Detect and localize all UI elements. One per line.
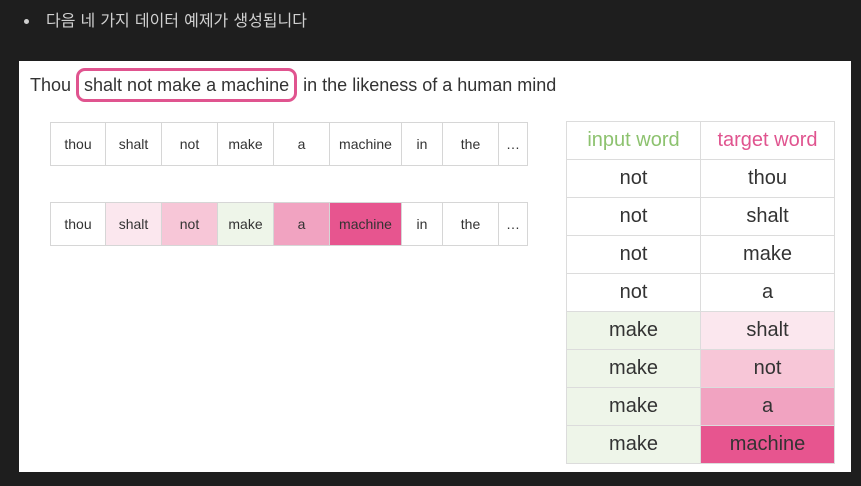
target-cell: thou (700, 159, 835, 198)
token-cell: not (162, 123, 218, 165)
example-sentence: Thou shalt not make a machine in the lik… (30, 68, 557, 102)
sentence-suffix: in the likeness of a human mind (298, 75, 557, 95)
target-cell: a (700, 273, 835, 312)
token-cell-input: make (218, 203, 274, 245)
target-cell: machine (700, 425, 835, 464)
training-pairs-table: input word target word not thou not shal… (566, 121, 835, 464)
table-row: not thou (566, 159, 835, 198)
table-row: not a (566, 273, 835, 312)
table-row: make a (566, 387, 835, 426)
input-cell: not (566, 235, 701, 274)
token-cell-context: shalt (106, 203, 162, 245)
table-row: not shalt (566, 197, 835, 236)
token-cell-context: machine (330, 203, 402, 245)
target-cell: a (700, 387, 835, 426)
target-cell: make (700, 235, 835, 274)
bullet-text: 다음 네 가지 데이터 예제가 생성됩니다 (46, 11, 307, 30)
token-cell: machine (330, 123, 402, 165)
header-target-word: target word (700, 121, 835, 160)
table-row: make not (566, 349, 835, 388)
sentence-window-highlight: shalt not make a machine (76, 68, 298, 102)
header-input-word: input word (566, 121, 701, 160)
target-cell: not (700, 349, 835, 388)
table-header-row: input word target word (566, 121, 835, 160)
token-cell: the (443, 123, 499, 165)
token-row-plain: thou shalt not make a machine in the … (50, 122, 528, 166)
bullet-item: 다음 네 가지 데이터 예제가 생성됩니다 (24, 8, 307, 34)
token-cell: the (443, 203, 499, 245)
skipgram-figure: Thou shalt not make a machine in the lik… (19, 61, 851, 472)
sentence-prefix: Thou (30, 75, 77, 95)
token-cell-ellipsis: … (506, 136, 520, 152)
token-cell: in (402, 123, 443, 165)
token-cell: make (218, 123, 274, 165)
token-cell-context: not (162, 203, 218, 245)
table-row: make shalt (566, 311, 835, 350)
table-row: make machine (566, 425, 835, 464)
token-cell: thou (51, 123, 106, 165)
table-row: not make (566, 235, 835, 274)
token-cell: thou (51, 203, 106, 245)
target-cell: shalt (700, 197, 835, 236)
input-cell: not (566, 273, 701, 312)
token-cell: a (274, 123, 330, 165)
input-cell: make (566, 387, 701, 426)
input-cell: make (566, 349, 701, 388)
target-cell: shalt (700, 311, 835, 350)
input-cell: make (566, 425, 701, 464)
token-cell: shalt (106, 123, 162, 165)
token-cell-context: a (274, 203, 330, 245)
input-cell: make (566, 311, 701, 350)
token-row-colored: thou shalt not make a machine in the … (50, 202, 528, 246)
bullet-dot-icon (24, 18, 29, 24)
token-cell-ellipsis: … (506, 216, 520, 232)
input-cell: not (566, 159, 701, 198)
input-cell: not (566, 197, 701, 236)
token-cell: in (402, 203, 443, 245)
